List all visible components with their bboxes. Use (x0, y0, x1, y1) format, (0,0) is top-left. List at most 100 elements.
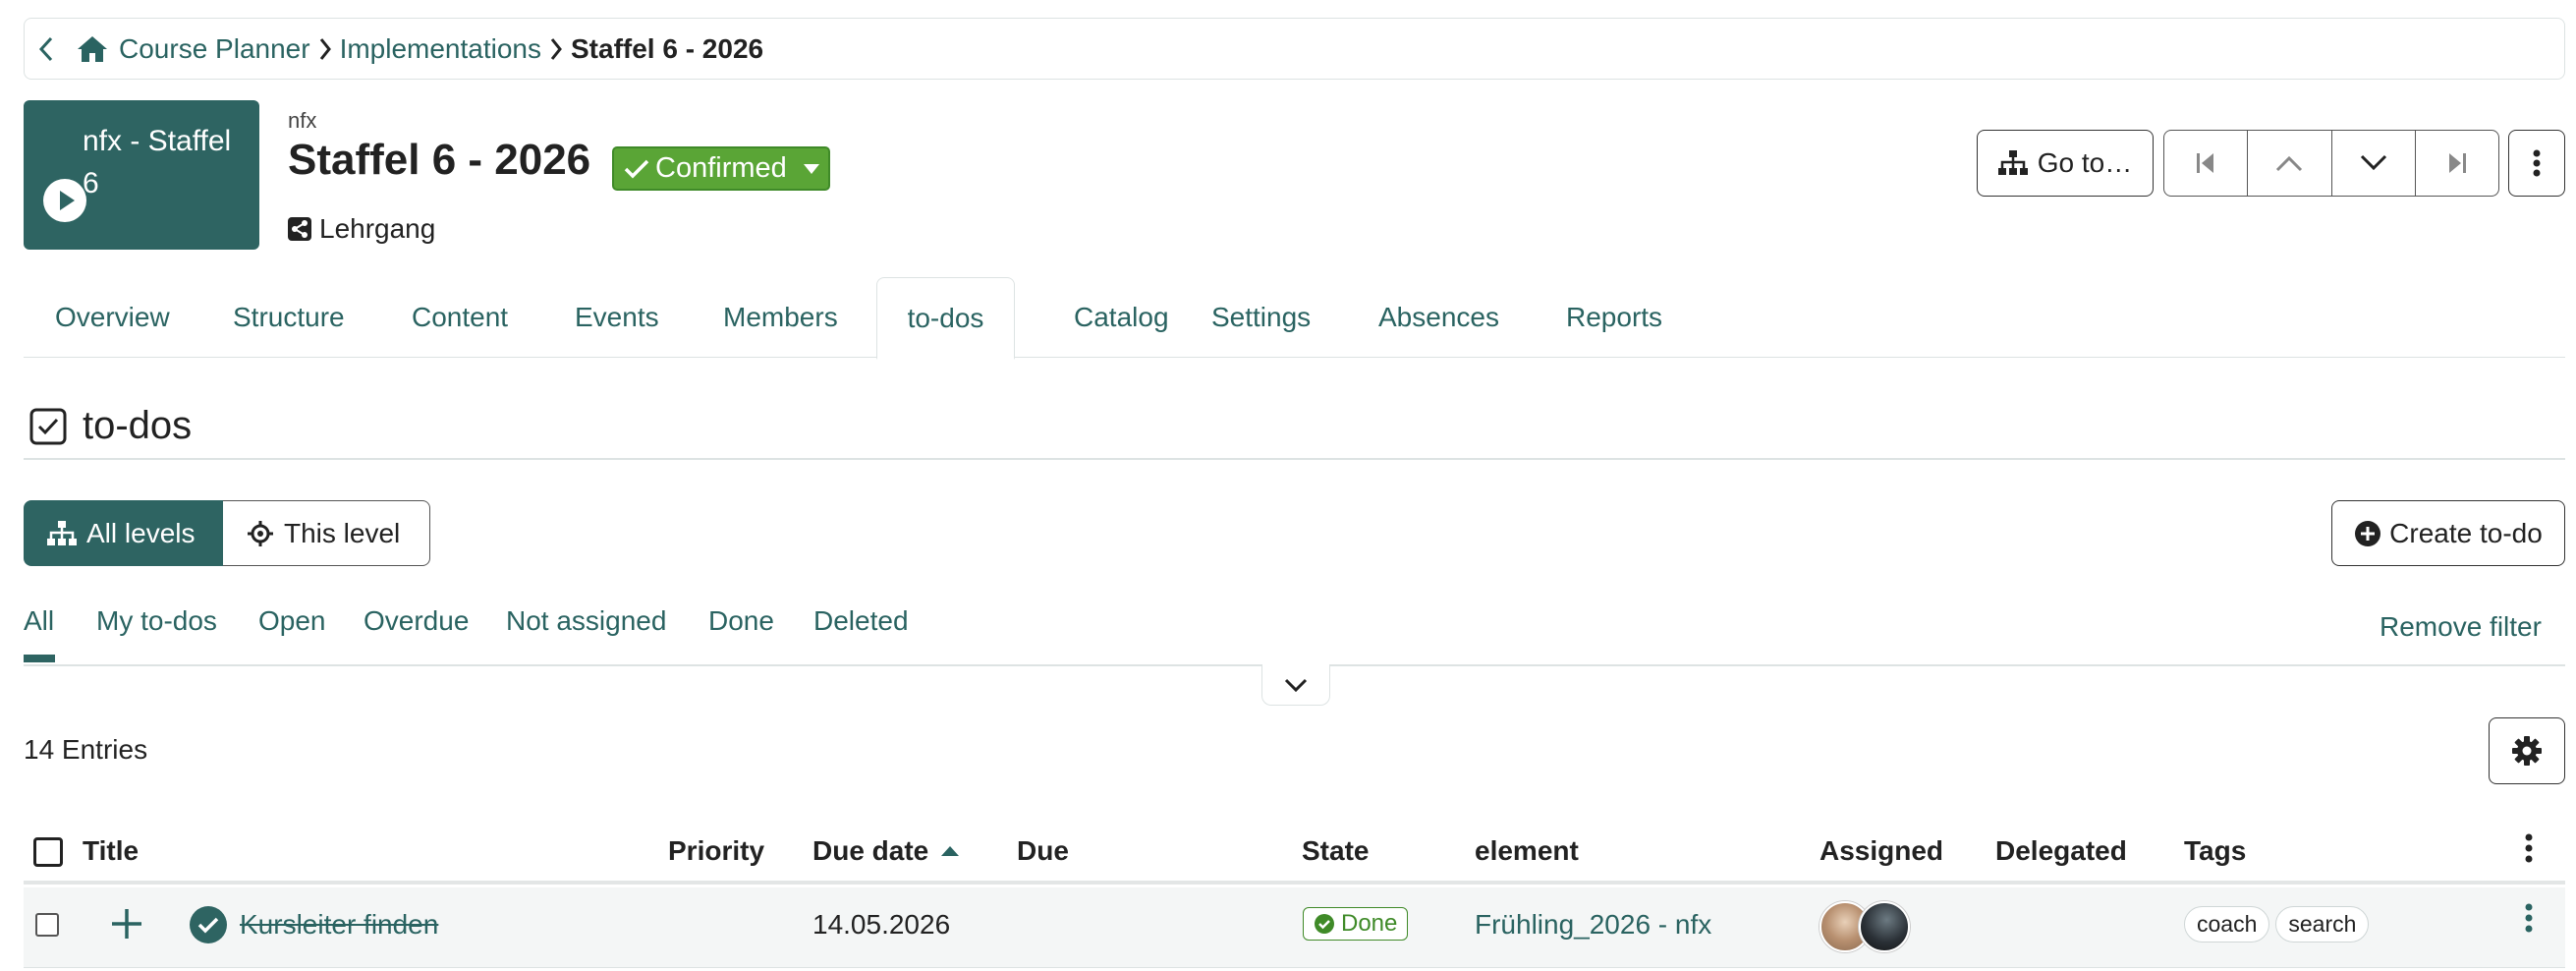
parent-label: nfx (288, 108, 317, 133)
select-all-checkbox[interactable] (33, 837, 63, 867)
tab-catalog[interactable]: Catalog (1074, 277, 1169, 358)
tab-todos[interactable]: to-dos (876, 277, 1015, 360)
plus-circle-icon (2355, 520, 2381, 546)
page-title: Staffel 6 - 2026 (288, 136, 591, 184)
column-assigned[interactable]: Assigned (1820, 835, 1943, 867)
caret-down-icon (803, 163, 819, 174)
row-options-button[interactable] (2525, 903, 2533, 933)
status-label: Confirmed (655, 152, 787, 184)
thumbnail-title: nfx - Staffel 6 (83, 125, 232, 200)
column-due[interactable]: Due (1017, 835, 1069, 867)
breadcrumb-implementations[interactable]: Implementations (340, 33, 541, 65)
section-heading: to-dos (29, 404, 192, 448)
check-icon (624, 159, 649, 178)
tab-absences[interactable]: Absences (1378, 277, 1499, 358)
create-todo-button[interactable]: Create to-do (2331, 500, 2565, 566)
element-link[interactable]: Frühling_2026 - nfx (1475, 909, 1711, 941)
tab-events[interactable]: Events (575, 277, 659, 358)
navigation-group (2163, 130, 2499, 197)
chevron-up-icon (2276, 155, 2303, 172)
breadcrumb-course-planner[interactable]: Course Planner (119, 33, 310, 65)
column-due-date[interactable]: Due date (812, 835, 960, 867)
status-badge: Done (1303, 907, 1409, 941)
all-levels-label: All levels (86, 517, 196, 548)
column-element[interactable]: element (1475, 835, 1579, 867)
tab-overview[interactable]: Overview (55, 277, 170, 358)
create-todo-label: Create to-do (2389, 517, 2543, 548)
column-options-button[interactable] (2525, 833, 2533, 863)
first-button[interactable] (2164, 131, 2249, 196)
tab-reports[interactable]: Reports (1566, 277, 1662, 358)
more-vertical-icon (2533, 149, 2541, 177)
assigned-avatars (1820, 901, 1910, 952)
table-settings-button[interactable] (2489, 717, 2565, 784)
column-priority[interactable]: Priority (668, 835, 764, 867)
filter-my-todos[interactable]: My to-dos (96, 605, 217, 637)
expand-row-button[interactable] (110, 907, 143, 941)
remove-filter-link[interactable]: Remove filter (2380, 611, 2542, 643)
last-button[interactable] (2416, 131, 2498, 196)
tag[interactable]: coach (2184, 906, 2270, 942)
column-title[interactable]: Title (83, 835, 139, 867)
tab-content[interactable]: Content (412, 277, 508, 358)
status-dropdown[interactable]: Confirmed (612, 146, 830, 191)
chevron-right-icon (318, 37, 332, 61)
checkbox-checked-icon (29, 408, 67, 444)
tab-settings[interactable]: Settings (1211, 277, 1311, 358)
play-icon[interactable] (41, 177, 88, 224)
sitemap-icon (47, 520, 77, 545)
goto-button[interactable]: Go to… (1977, 130, 2154, 197)
table-row[interactable]: Kursleiter finden 14.05.2026 Done Frühli… (24, 887, 2565, 968)
filter-all[interactable]: All (24, 605, 56, 662)
filter-open[interactable]: Open (258, 605, 326, 637)
tag[interactable]: search (2275, 906, 2370, 942)
sort-ascending-icon (941, 846, 960, 856)
filter-done[interactable]: Done (708, 605, 774, 637)
column-due-date-label: Due date (812, 835, 929, 866)
check-circle-icon (1315, 914, 1334, 934)
this-level-button[interactable]: This level (223, 500, 430, 566)
chevron-left-icon (38, 36, 53, 61)
expand-filters-button[interactable] (1261, 664, 1330, 706)
filter-deleted[interactable]: Deleted (813, 605, 909, 637)
more-options-button[interactable] (2508, 130, 2565, 197)
chevron-right-icon (549, 37, 563, 61)
tags-cell: coach search (2184, 906, 2375, 942)
breadcrumb-current: Staffel 6 - 2026 (571, 32, 764, 64)
goto-label: Go to… (2037, 147, 2133, 178)
entries-count: 14 Entries (24, 734, 148, 765)
crosshair-icon (248, 520, 273, 546)
course-thumbnail[interactable]: nfx - Staffel 6 (24, 100, 259, 250)
tab-structure[interactable]: Structure (233, 277, 345, 358)
todo-title-link[interactable]: Kursleiter finden (240, 909, 438, 941)
filter-not-assigned[interactable]: Not assigned (506, 605, 666, 637)
share-icon (288, 217, 311, 241)
table-header: Title Priority Due date Due State elemen… (24, 826, 2565, 885)
column-state[interactable]: State (1302, 835, 1369, 867)
next-button[interactable] (2332, 131, 2416, 196)
done-check-icon (189, 905, 228, 944)
plus-icon (112, 909, 141, 939)
divider (24, 458, 2565, 460)
section-title: to-dos (83, 404, 193, 447)
more-vertical-icon (2525, 833, 2533, 863)
avatar[interactable] (1859, 901, 1910, 952)
tab-members[interactable]: Members (723, 277, 838, 358)
sitemap-icon (1997, 150, 2028, 175)
row-checkbox[interactable] (35, 913, 59, 937)
main-tabs: Overview Structure Content Events Member… (24, 277, 2565, 360)
more-vertical-icon (2525, 903, 2533, 933)
chevron-down-icon (2360, 154, 2386, 171)
all-levels-button[interactable]: All levels (24, 500, 223, 566)
column-tags[interactable]: Tags (2184, 835, 2246, 867)
previous-button[interactable] (2248, 131, 2332, 196)
type-line: Lehrgang (288, 213, 435, 245)
breadcrumb-home[interactable]: Course Planner (76, 33, 310, 65)
filter-overdue[interactable]: Overdue (364, 605, 469, 637)
last-icon (2448, 153, 2466, 173)
type-label: Lehrgang (319, 213, 436, 244)
first-icon (2197, 153, 2214, 173)
back-button[interactable] (38, 36, 54, 62)
column-delegated[interactable]: Delegated (1995, 835, 2127, 867)
this-level-label: This level (284, 517, 401, 548)
